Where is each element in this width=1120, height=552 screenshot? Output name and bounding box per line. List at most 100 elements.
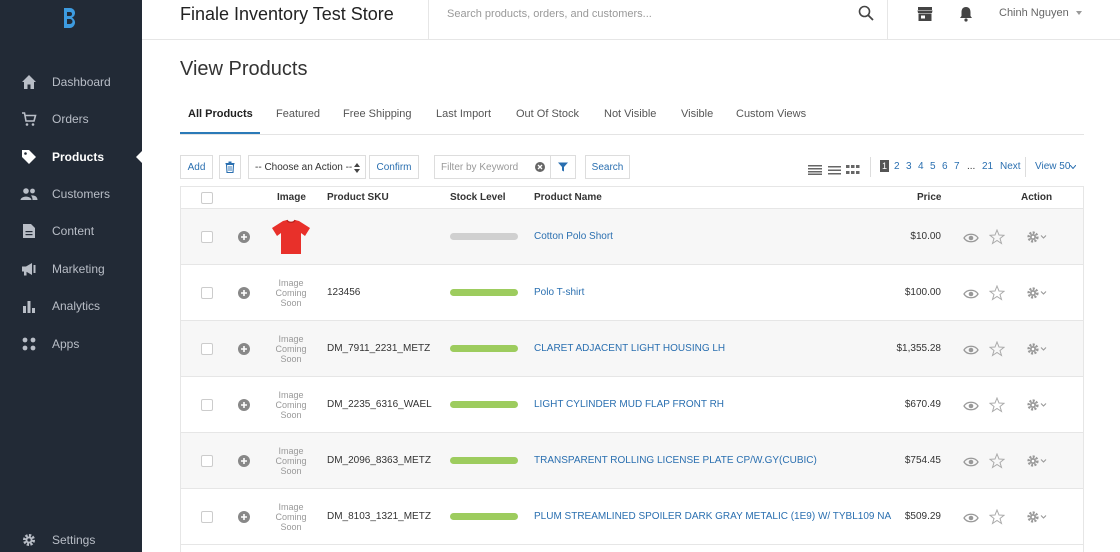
row-checkbox[interactable] — [201, 399, 213, 411]
delete-button[interactable] — [219, 155, 241, 179]
chevron-down-icon[interactable] — [1070, 165, 1076, 169]
bell-icon[interactable] — [957, 5, 975, 23]
global-search-input[interactable] — [447, 6, 827, 22]
image-placeholder[interactable]: Image Coming Soon — [271, 334, 311, 364]
column-header-name[interactable]: Product Name — [534, 192, 602, 203]
sidebar-item-apps[interactable]: Apps — [0, 326, 142, 362]
row-checkbox[interactable] — [201, 455, 213, 467]
tab-not-visible[interactable]: Not Visible — [604, 108, 656, 120]
expand-row-icon[interactable] — [238, 511, 250, 523]
tab-featured[interactable]: Featured — [276, 108, 320, 120]
gear-icon[interactable] — [1026, 342, 1048, 356]
expand-row-icon[interactable] — [238, 287, 250, 299]
logo-icon[interactable] — [58, 6, 82, 30]
confirm-button[interactable]: Confirm — [369, 155, 419, 179]
product-name-link[interactable]: Polo T-shirt — [534, 287, 584, 298]
sidebar-item-content[interactable]: Content — [0, 213, 142, 249]
eye-icon[interactable] — [963, 344, 979, 356]
compact-list-view-icon[interactable] — [828, 165, 841, 175]
expand-row-icon[interactable] — [238, 231, 250, 243]
next-page-link[interactable]: Next — [1000, 161, 1021, 172]
user-menu[interactable]: Chinh Nguyen — [999, 7, 1069, 19]
sidebar-item-settings[interactable]: Settings — [0, 522, 142, 552]
filter-button[interactable] — [550, 155, 576, 179]
eye-icon[interactable] — [963, 456, 979, 468]
search-button[interactable]: Search — [585, 155, 630, 179]
select-all-checkbox[interactable] — [201, 192, 213, 204]
star-icon[interactable] — [989, 285, 1005, 301]
row-checkbox[interactable] — [201, 231, 213, 243]
gear-icon[interactable] — [1026, 510, 1048, 524]
product-name-link[interactable]: Cotton Polo Short — [534, 231, 613, 242]
column-header-sku[interactable]: Product SKU — [327, 192, 389, 203]
chevron-down-icon[interactable] — [1076, 11, 1082, 15]
gear-icon[interactable] — [1026, 398, 1048, 412]
page-link[interactable]: 3 — [906, 161, 912, 172]
table-row[interactable]: Image Coming Soon DM_2096_8363_METZ TRAN… — [181, 433, 1083, 489]
table-row[interactable]: Image Coming Soon DM_7911_2231_METZ CLAR… — [181, 321, 1083, 377]
image-placeholder[interactable]: Image Coming Soon — [271, 502, 311, 532]
gear-icon[interactable] — [1026, 286, 1048, 300]
row-checkbox[interactable] — [201, 511, 213, 523]
row-checkbox[interactable] — [201, 343, 213, 355]
page-link[interactable]: 4 — [918, 161, 924, 172]
expand-row-icon[interactable] — [238, 455, 250, 467]
add-button[interactable]: Add — [180, 155, 213, 179]
page-link[interactable]: 6 — [942, 161, 948, 172]
column-header-stock[interactable]: Stock Level — [450, 192, 506, 203]
eye-icon[interactable] — [963, 400, 979, 412]
table-row[interactable]: Image Coming Soon DM_2235_6316_WAEL LIGH… — [181, 377, 1083, 433]
storefront-icon[interactable] — [916, 5, 934, 23]
star-icon[interactable] — [989, 453, 1005, 469]
sidebar-item-dashboard[interactable]: Dashboard — [0, 64, 142, 100]
sidebar-item-customers[interactable]: Customers — [0, 176, 142, 212]
view-count-select[interactable]: View 50 — [1035, 161, 1070, 172]
expand-row-icon[interactable] — [238, 399, 250, 411]
star-icon[interactable] — [989, 509, 1005, 525]
grid-view-icon[interactable] — [846, 165, 860, 175]
star-icon[interactable] — [989, 341, 1005, 357]
page-link[interactable]: 2 — [894, 161, 900, 172]
product-name-link[interactable]: CLARET ADJACENT LIGHT HOUSING LH — [534, 343, 725, 354]
page-link[interactable]: 5 — [930, 161, 936, 172]
tab-visible[interactable]: Visible — [681, 108, 713, 120]
product-name-link[interactable]: LIGHT CYLINDER MUD FLAP FRONT RH — [534, 399, 724, 410]
star-icon[interactable] — [989, 229, 1005, 245]
tab-all-products[interactable]: All Products — [188, 108, 253, 120]
image-placeholder[interactable]: Image Coming Soon — [271, 278, 311, 308]
image-placeholder[interactable]: Image Coming Soon — [271, 390, 311, 420]
product-name-link[interactable]: TRANSPARENT ROLLING LICENSE PLATE CP/W.G… — [534, 455, 817, 466]
table-row[interactable]: Image Coming Soon DM_8103_1321_METZ PLUM… — [181, 489, 1083, 545]
action-select[interactable]: -- Choose an Action -- — [248, 155, 366, 179]
gear-icon[interactable] — [1026, 230, 1048, 244]
megaphone-icon — [20, 260, 38, 278]
gear-icon[interactable] — [1026, 454, 1048, 468]
image-placeholder[interactable]: Image Coming Soon — [271, 446, 311, 476]
product-name-link[interactable]: PLUM STREAMLINED SPOILER DARK GRAY METAL… — [534, 511, 891, 522]
eye-icon[interactable] — [963, 288, 979, 300]
expand-row-icon[interactable] — [238, 343, 250, 355]
eye-icon[interactable] — [963, 232, 979, 244]
row-checkbox[interactable] — [201, 287, 213, 299]
column-header-price[interactable]: Price — [917, 192, 941, 203]
sidebar-item-marketing[interactable]: Marketing — [0, 251, 142, 287]
table-row[interactable]: Cotton Polo Short $10.00 — [181, 209, 1083, 265]
sidebar-item-label: Orders — [52, 112, 89, 126]
sidebar-item-orders[interactable]: Orders — [0, 101, 142, 137]
tab-custom-views[interactable]: Custom Views — [736, 108, 806, 120]
eye-icon[interactable] — [963, 512, 979, 524]
tab-last-import[interactable]: Last Import — [436, 108, 491, 120]
product-thumbnail-red-shirt[interactable] — [271, 219, 311, 255]
list-view-icon[interactable] — [808, 165, 822, 175]
page-link[interactable]: 7 — [954, 161, 960, 172]
sidebar-item-products[interactable]: Products — [0, 139, 142, 175]
search-icon[interactable] — [857, 4, 875, 22]
clear-filter-icon[interactable] — [535, 162, 545, 172]
page-link-current[interactable]: 1 — [880, 160, 890, 172]
star-icon[interactable] — [989, 397, 1005, 413]
tab-free-shipping[interactable]: Free Shipping — [343, 108, 412, 120]
table-row[interactable]: Image Coming Soon 123456 Polo T-shirt $1… — [181, 265, 1083, 321]
sidebar-item-analytics[interactable]: Analytics — [0, 288, 142, 324]
page-link[interactable]: 21 — [982, 161, 993, 172]
tab-out-of-stock[interactable]: Out Of Stock — [516, 108, 579, 120]
